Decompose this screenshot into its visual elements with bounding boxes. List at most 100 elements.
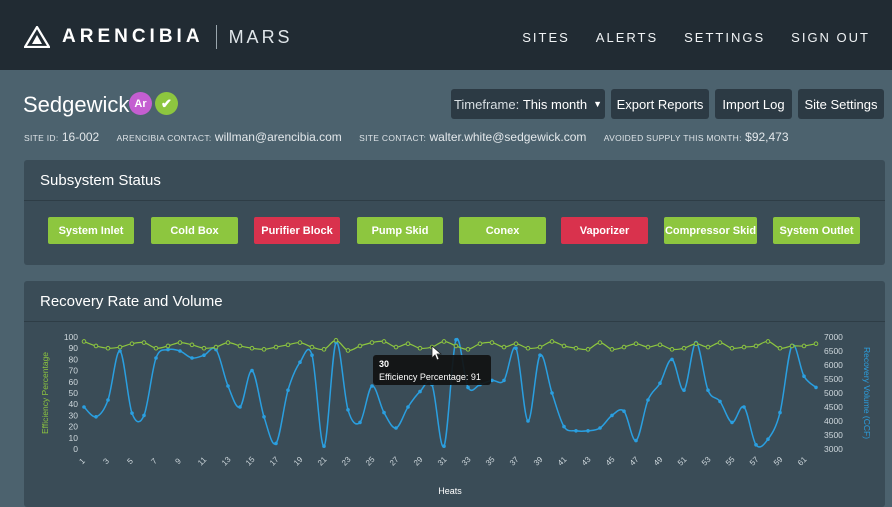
efficiency-point (729, 345, 735, 351)
efficiency-point (549, 339, 555, 344)
efficiency-point (669, 347, 675, 352)
x-tick-label: 21 (316, 455, 329, 468)
y-left-axis-title: Efficiency Percentage (40, 352, 50, 434)
efficiency-point (189, 342, 195, 348)
volume-point (670, 357, 674, 362)
efficiency-point (81, 339, 87, 344)
volume-point (442, 444, 446, 448)
y-left-tick-label: 10 (69, 433, 79, 443)
brand-name: ARENCIBIA (62, 26, 204, 47)
x-tick-label: 13 (220, 455, 233, 468)
x-tick-label: 35 (484, 455, 497, 468)
volume-point (574, 429, 578, 433)
nav-alerts[interactable]: ALERTS (596, 30, 658, 45)
x-tick-label: 9 (173, 456, 183, 466)
efficiency-point (585, 347, 591, 352)
x-tick-label: 43 (580, 455, 593, 468)
x-tick-label: 19 (292, 455, 305, 468)
efficiency-point (465, 347, 471, 352)
contact-avatar-badge[interactable]: Ar (129, 92, 152, 115)
efficiency-point (105, 345, 111, 351)
efficiency-point (525, 345, 531, 351)
volume-point (682, 388, 686, 392)
x-tick-label: 27 (388, 455, 401, 468)
efficiency-point (705, 344, 711, 350)
export-reports-button[interactable]: Export Reports (611, 89, 709, 119)
volume-point (346, 408, 350, 412)
efficiency-point (477, 341, 483, 347)
subsystem-chip-compressor-skid[interactable]: Compressor Skid (664, 217, 757, 244)
volume-point (202, 353, 206, 357)
efficiency-point (717, 340, 723, 345)
volume-point (130, 411, 134, 415)
volume-point (250, 368, 254, 373)
tooltip-heat: 30 (379, 359, 389, 369)
y-right-tick-label: 3000 (824, 444, 843, 454)
volume-point (154, 356, 158, 360)
volume-point (634, 438, 638, 443)
y-left-tick-label: 50 (69, 388, 79, 398)
efficiency-point (453, 343, 459, 349)
subsystem-chip-row: System Inlet Cold Box Purifier Block Pum… (24, 217, 885, 244)
x-tick-label: 33 (460, 455, 473, 468)
subsystem-chip-cold-box[interactable]: Cold Box (151, 217, 238, 244)
efficiency-point (249, 345, 255, 351)
efficiency-point (381, 339, 387, 344)
nav-sign-out[interactable]: SIGN OUT (791, 30, 870, 45)
efficiency-point (633, 341, 639, 347)
subsystem-status-title: Subsystem Status (24, 160, 885, 201)
efficiency-point (357, 343, 363, 349)
volume-point (322, 444, 326, 448)
nav-settings[interactable]: SETTINGS (684, 30, 765, 45)
x-tick-label: 57 (748, 455, 761, 468)
efficiency-point (693, 341, 699, 347)
y-right-tick-label: 7000 (824, 332, 843, 342)
site-meta-row: SITE ID: 16-002 ARENCIBIA CONTACT: willm… (24, 130, 803, 144)
volume-point (82, 405, 86, 409)
efficiency-point (213, 344, 219, 350)
y-right-tick-label: 5000 (824, 388, 843, 398)
top-navigation-bar: ARENCIBIA MARS SITES ALERTS SETTINGS SIG… (0, 0, 892, 70)
site-contact-key: SITE CONTACT: (359, 133, 427, 143)
efficiency-point (621, 344, 627, 350)
subsystem-chip-system-outlet[interactable]: System Outlet (773, 217, 860, 244)
import-log-button[interactable]: Import Log (715, 89, 792, 119)
y-right-tick-label: 4000 (824, 416, 843, 426)
brand-logo[interactable]: ARENCIBIA MARS (24, 25, 293, 49)
efficiency-point (441, 339, 447, 344)
efficiency-point (141, 340, 147, 345)
volume-point (814, 385, 818, 390)
x-tick-label: 61 (796, 455, 809, 468)
x-tick-label: 23 (340, 455, 353, 468)
efficiency-point (417, 345, 423, 351)
recovery-chart[interactable]: 0102030405060708090100300035004000450050… (24, 322, 885, 507)
arencibia-logo-icon (24, 26, 50, 48)
y-left-tick-label: 90 (69, 343, 79, 353)
recovery-panel: Recovery Rate and Volume 0 10 20 30 40 50 60 70… (24, 281, 885, 507)
volume-point (382, 410, 386, 415)
volume-point (142, 413, 146, 418)
volume-point (274, 441, 278, 446)
recovery-title: Recovery Rate and Volume (24, 281, 885, 322)
y-right-tick-label: 5500 (824, 374, 843, 384)
subsystem-chip-system-inlet[interactable]: System Inlet (48, 217, 134, 244)
subsystem-chip-conex[interactable]: Conex (459, 217, 546, 244)
volume-point (718, 399, 722, 404)
subsystem-chip-pump-skid[interactable]: Pump Skid (357, 217, 443, 244)
arencibia-contact-key: ARENCIBIA CONTACT: (116, 133, 212, 143)
timeframe-dropdown[interactable]: Timeframe: This month ▼ (451, 89, 605, 119)
efficiency-point (801, 343, 807, 349)
efficiency-point (753, 343, 759, 349)
subsystem-chip-vaporizer[interactable]: Vaporizer (561, 217, 648, 244)
site-settings-button[interactable]: Site Settings (798, 89, 884, 119)
site-contact-value: walter.white@sedgewick.com (429, 130, 587, 144)
subsystem-chip-purifier-block[interactable]: Purifier Block (254, 217, 340, 244)
y-left-tick-label: 70 (69, 366, 79, 376)
y-left-tick-label: 40 (69, 399, 79, 409)
x-tick-label: 47 (628, 455, 641, 468)
efficiency-point (513, 341, 519, 347)
x-axis-title: Heats (438, 486, 462, 496)
volume-point (622, 409, 626, 413)
nav-sites[interactable]: SITES (522, 30, 570, 45)
x-tick-label: 5 (125, 456, 135, 466)
